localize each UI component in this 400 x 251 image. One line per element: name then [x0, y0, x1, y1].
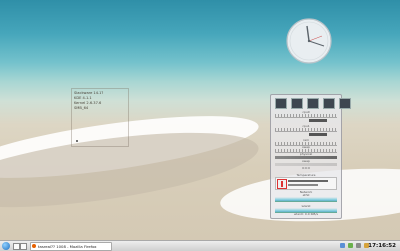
system-monitor-widget[interactable]: cpu0 cpu1 ram swap physical swap 0:0:0 T… — [270, 94, 351, 219]
sysinfo-widget: Slackware 14.1? KDE 4.1.1 Kernel 2.6.37.… — [71, 88, 129, 147]
monitor-tile-ram[interactable] — [291, 98, 303, 109]
thermometer-icon — [277, 179, 287, 189]
cpu0-sparkline — [275, 114, 337, 118]
tray-battery-icon[interactable] — [348, 243, 353, 248]
monitor-tiles — [275, 98, 351, 109]
monitor-tile-cpu[interactable] — [275, 98, 287, 109]
taskbar-clock[interactable]: 17:16:52 — [368, 242, 396, 250]
system-tray — [340, 243, 369, 248]
tray-volume-icon[interactable] — [356, 243, 361, 248]
monitor-tile-temp[interactable] — [323, 98, 335, 109]
tray-network-icon[interactable] — [340, 243, 345, 248]
firefox-icon — [32, 244, 36, 248]
cpu1-bar — [275, 133, 337, 136]
monitor-readout: wlan0: 0.0 KiB/s — [293, 212, 319, 216]
monitor-readout: 0:0:0 — [302, 166, 310, 170]
task-title: tasreal?? 1008 - Mozilla Firefox — [38, 244, 97, 249]
analog-clock-widget[interactable] — [284, 16, 334, 66]
temperature-bar — [288, 184, 318, 186]
temperature-panel — [275, 177, 337, 190]
sysinfo-dot — [76, 140, 78, 142]
taskbar: tasreal?? 1008 - Mozilla Firefox 17:16:5… — [0, 240, 400, 251]
cpu1-sparkline — [275, 128, 337, 132]
kde-kicker-icon[interactable] — [2, 242, 10, 250]
monitor-tile-net[interactable] — [307, 98, 319, 109]
sysinfo-line: SMB_64 — [74, 106, 89, 110]
monitor-tile-disk[interactable] — [339, 98, 351, 109]
eth0-sparkline — [275, 197, 337, 202]
cpu0-bar-fill — [309, 119, 327, 122]
desktop: Slackware 14.1? KDE 4.1.1 Kernel 2.6.37.… — [0, 0, 400, 240]
desktop-pager-1[interactable] — [13, 243, 20, 250]
cpu0-bar — [275, 119, 337, 122]
clock-center — [307, 39, 311, 43]
cpu1-bar-fill — [309, 133, 327, 136]
desktop-pager-2[interactable] — [20, 243, 27, 250]
temperature-bar — [288, 180, 328, 182]
